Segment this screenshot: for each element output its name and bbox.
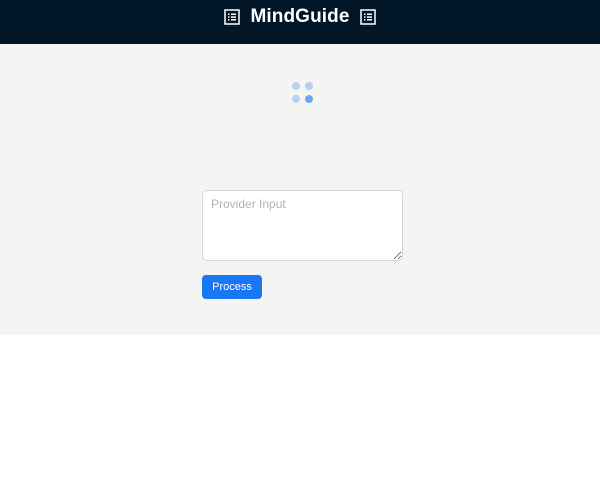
spinner-dot [292, 82, 300, 90]
spinner-dot [305, 95, 313, 103]
app-header: MindGuide [0, 0, 600, 44]
app-title: MindGuide [250, 6, 350, 27]
spinner-dot [305, 82, 313, 90]
document-list-icon [224, 9, 241, 25]
provider-input[interactable] [202, 190, 403, 261]
header-brand: MindGuide [224, 6, 376, 28]
spinner-dot [292, 95, 300, 103]
process-button[interactable]: Process [202, 275, 262, 299]
main-panel: Process [0, 44, 600, 335]
spinner-dots-icon [292, 82, 314, 104]
document-list-icon [359, 9, 376, 25]
